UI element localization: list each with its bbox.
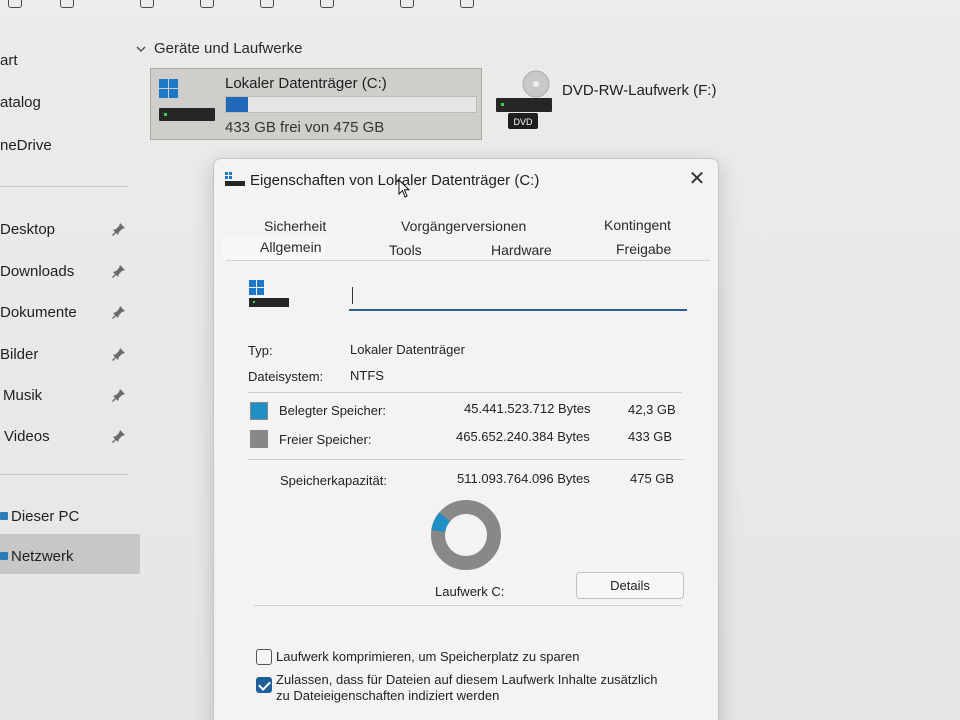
drive-icon <box>225 172 245 186</box>
sidebar-item-onedrive[interactable]: neDrive <box>0 133 52 157</box>
section-divider <box>248 392 682 393</box>
toolbar-icon[interactable] <box>140 0 154 8</box>
pin-icon[interactable] <box>112 305 126 319</box>
sidebar-item-downloads[interactable]: Downloads <box>0 259 74 283</box>
compress-drive-checkbox[interactable] <box>256 649 272 665</box>
free-space-swatch <box>250 430 268 448</box>
command-bar <box>0 0 960 14</box>
filesystem-value: NTFS <box>350 368 384 383</box>
pin-icon[interactable] <box>112 222 126 236</box>
tab-kontingent[interactable]: Kontingent <box>604 217 671 233</box>
free-space-label: Freier Speicher: <box>279 432 372 447</box>
toolbar-icon[interactable] <box>400 0 414 8</box>
mouse-cursor-icon <box>398 179 411 198</box>
capacity-bytes: 511.093.764.096 Bytes <box>457 471 590 486</box>
sidebar-item-bilder[interactable]: Bilder <box>0 342 38 366</box>
allow-indexing-label-line2: zu Dateieigenschaften indiziert werden <box>276 688 500 703</box>
navigation-pane: art atalog neDrive Desktop Downloads Dok… <box>0 40 150 720</box>
section-header-label: Geräte und Laufwerke <box>154 40 303 57</box>
dialog-title: Eigenschaften von Lokaler Datenträger (C… <box>250 172 540 189</box>
tab-divider <box>226 260 710 261</box>
sidebar-item-desktop[interactable]: Desktop <box>0 217 55 241</box>
free-space-bytes: 465.652.240.384 Bytes <box>456 429 590 444</box>
tab-tools[interactable]: Tools <box>389 242 422 258</box>
drive-c-usage-bar <box>225 96 477 113</box>
pin-icon[interactable] <box>112 347 126 361</box>
drive-name-input[interactable] <box>349 283 687 311</box>
sidebar-item-videos[interactable]: Videos <box>0 424 50 448</box>
capacity-gb: 475 GB <box>630 471 675 486</box>
tab-vorgaengerversionen[interactable]: Vorgängerversionen <box>401 218 526 234</box>
toolbar-icon[interactable] <box>200 0 214 8</box>
free-space-gb: 433 GB <box>628 429 673 444</box>
drive-c-name: Lokaler Datenträger (C:) <box>225 75 387 92</box>
type-label: Typ: <box>248 343 273 358</box>
pin-icon[interactable] <box>112 388 126 402</box>
toolbar-icon[interactable] <box>60 0 74 8</box>
close-button[interactable]: ✕ <box>686 169 708 191</box>
sidebar-item-label: Dokumente <box>0 303 77 321</box>
toolbar-icon[interactable] <box>260 0 274 8</box>
used-space-swatch <box>250 402 268 420</box>
hard-drive-icon <box>249 280 289 307</box>
sidebar-item-label: Dieser PC <box>11 507 80 525</box>
drive-c-tile[interactable]: Lokaler Datenträger (C:) 433 GB frei von… <box>150 68 482 140</box>
chevron-down-icon <box>136 45 146 52</box>
sidebar-item-label: atalog <box>0 93 41 111</box>
used-space-bytes: 45.441.523.712 Bytes <box>464 401 591 416</box>
toolbar-icon[interactable] <box>320 0 334 8</box>
used-space-label: Belegter Speicher: <box>279 403 386 418</box>
sidebar-item-label: Netzwerk <box>11 547 74 565</box>
capacity-label: Speicherkapazität: <box>280 473 387 488</box>
sidebar-item-label: Musik <box>3 386 43 404</box>
toolbar-icon[interactable] <box>460 0 474 8</box>
donut-free-segment <box>431 500 501 570</box>
type-value: Lokaler Datenträger <box>350 342 465 357</box>
sidebar-item-label: Videos <box>4 427 50 445</box>
nav-divider <box>0 474 128 475</box>
sidebar-item-musik[interactable]: Musik <box>0 383 42 407</box>
sidebar-item-start[interactable]: art <box>0 48 18 72</box>
hard-drive-icon <box>159 79 215 121</box>
dvd-badge: DVD <box>513 117 533 127</box>
usage-donut-chart <box>431 500 501 570</box>
nav-divider <box>0 186 128 187</box>
used-space-gb: 42,3 GB <box>628 402 676 417</box>
sidebar-item-label: Desktop <box>0 220 56 238</box>
pc-icon <box>0 512 8 520</box>
drive-f-name[interactable]: DVD-RW-Laufwerk (F:) <box>562 82 716 99</box>
drive-letter-label: Laufwerk C: <box>435 584 505 599</box>
dvd-drive-icon[interactable]: DVD <box>494 70 554 132</box>
sidebar-item-dokumente[interactable]: Dokumente <box>0 300 77 324</box>
pin-icon[interactable] <box>112 264 126 278</box>
sidebar-item-label: neDrive <box>0 136 52 154</box>
section-divider <box>248 459 684 460</box>
network-icon <box>0 552 8 560</box>
tab-hardware[interactable]: Hardware <box>491 242 552 258</box>
details-button[interactable]: Details <box>576 572 684 599</box>
devices-section-header[interactable]: Geräte und Laufwerke <box>136 40 302 57</box>
sidebar-item-netzwerk[interactable]: Netzwerk <box>0 544 74 568</box>
tab-sicherheit[interactable]: Sicherheit <box>264 218 326 234</box>
sidebar-item-label: art <box>0 51 18 69</box>
compress-drive-label: Laufwerk komprimieren, um Speicherplatz … <box>276 649 580 664</box>
pin-icon[interactable] <box>112 429 126 443</box>
allow-indexing-checkbox[interactable] <box>256 677 272 693</box>
properties-dialog: Eigenschaften von Lokaler Datenträger (C… <box>213 158 719 720</box>
sidebar-item-label: Bilder <box>0 345 39 363</box>
dialog-titlebar[interactable]: Eigenschaften von Lokaler Datenträger (C… <box>214 159 718 201</box>
filesystem-label: Dateisystem: <box>248 369 324 384</box>
tab-allgemein[interactable]: Allgemein <box>260 239 321 255</box>
sidebar-item-catalog[interactable]: atalog <box>0 90 41 114</box>
allow-indexing-label-line1: Zulassen, dass für Dateien auf diesem La… <box>276 672 658 687</box>
tab-freigabe[interactable]: Freigabe <box>616 241 671 257</box>
toolbar-icon[interactable] <box>8 0 22 8</box>
sidebar-item-dieser-pc[interactable]: Dieser PC <box>0 504 79 528</box>
drive-c-free-space: 433 GB frei von 475 GB <box>225 119 385 136</box>
text-caret <box>352 287 353 304</box>
drive-c-usage-fill <box>226 97 249 112</box>
section-divider <box>254 605 682 606</box>
sidebar-item-label: Downloads <box>0 262 75 280</box>
